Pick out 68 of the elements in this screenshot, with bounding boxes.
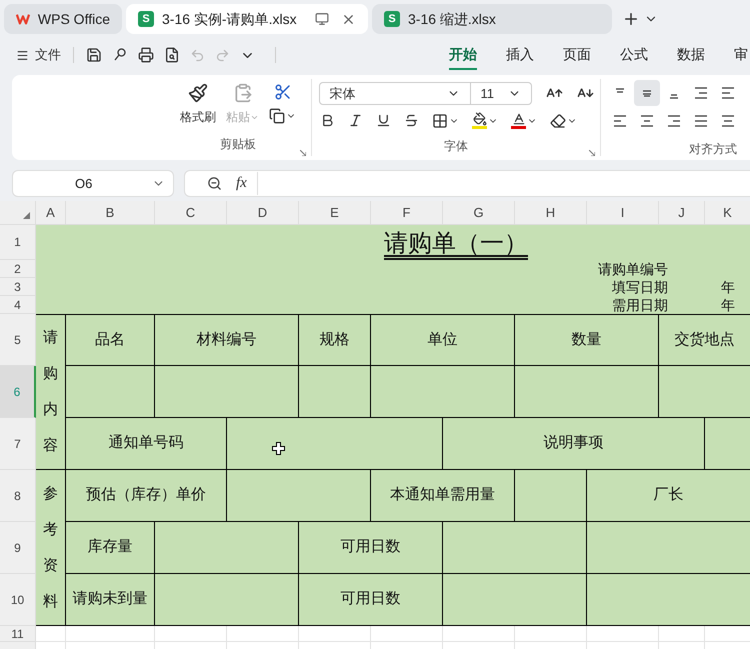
table-cell: 厂长 xyxy=(587,470,750,522)
column-header[interactable]: H xyxy=(515,201,587,225)
table-cell: 品名 xyxy=(66,314,155,366)
form-label: 填写日期 xyxy=(612,279,668,295)
group-label: 字体 xyxy=(444,138,468,155)
tab-label: 3-16 实例-请购单.xlsx xyxy=(162,10,298,28)
table-cell: 规格 xyxy=(299,314,371,366)
name-box[interactable]: O6 xyxy=(12,170,174,197)
ribbon-tab[interactable]: 开始 xyxy=(449,40,477,70)
sheet-title: 请购单（一） xyxy=(384,230,528,259)
row-header[interactable]: 3 xyxy=(0,278,36,296)
row-header[interactable]: 7 xyxy=(0,418,36,470)
function-label[interactable]: fx xyxy=(236,172,258,195)
table-cell: 单位 xyxy=(371,314,515,366)
table-cell: 库存量 xyxy=(66,522,155,574)
ribbon-tab[interactable]: 数据 xyxy=(677,40,705,70)
ribbon-tab[interactable]: 审 xyxy=(734,40,748,70)
row-header[interactable]: 1 xyxy=(0,225,36,260)
column-header[interactable]: C xyxy=(155,201,227,225)
table-cell: 参考资料 xyxy=(36,470,66,626)
format-painter-button[interactable]: 格式刷 xyxy=(180,83,216,126)
document-tab[interactable]: S 3-16 实例-请购单.xlsx xyxy=(126,4,368,34)
row-header[interactable]: 2 xyxy=(0,260,36,278)
column-header[interactable]: I xyxy=(587,201,659,225)
form-label: 年 xyxy=(721,297,735,313)
table-cell: 交货地点 xyxy=(659,314,750,366)
formula-field[interactable]: fx xyxy=(184,170,750,197)
column-header[interactable]: D xyxy=(227,201,299,225)
table-cell: 数量 xyxy=(515,314,659,366)
row-header[interactable]: 11 xyxy=(0,626,36,642)
column-header[interactable]: J xyxy=(659,201,705,225)
table-cell: 请购内容 xyxy=(36,314,66,470)
document-tab[interactable]: S 3-16 缩进.xlsx xyxy=(372,4,612,34)
row-header[interactable]: 9 xyxy=(0,522,36,574)
ribbon-tab[interactable]: 公式 xyxy=(620,40,648,70)
form-label: 需用日期 xyxy=(612,297,668,313)
row-header[interactable]: 8 xyxy=(0,470,36,522)
tab-label: WPS Office xyxy=(38,10,110,28)
column-header[interactable]: B xyxy=(66,201,155,225)
table-cell: 可用日数 xyxy=(299,522,443,574)
table-cell: 可用日数 xyxy=(299,574,443,626)
file-menu[interactable]: 文件 xyxy=(16,45,61,65)
ribbon-tab[interactable]: 页面 xyxy=(563,40,591,70)
form-label: 请购单编号 xyxy=(598,261,668,277)
ribbon-tab[interactable]: 插入 xyxy=(506,40,534,70)
column-header[interactable]: G xyxy=(443,201,515,225)
column-header[interactable]: A xyxy=(36,201,66,225)
table-cell: 说明事项 xyxy=(443,418,705,470)
font-size-select[interactable]: 11 xyxy=(470,82,532,105)
column-header[interactable]: F xyxy=(371,201,443,225)
font-name-select[interactable]: 宋体 xyxy=(318,82,470,105)
column-header[interactable]: K xyxy=(705,201,750,225)
table-cell: 请购未到量 xyxy=(66,574,155,626)
row-header[interactable]: 4 xyxy=(0,296,36,314)
document-tab[interactable]: WPS Office xyxy=(4,4,122,34)
table-cell: 预估（库存）单价 xyxy=(66,470,227,522)
column-header[interactable]: E xyxy=(299,201,371,225)
group-label: 对齐方式 xyxy=(689,141,738,158)
table-cell: 本通知单需用量 xyxy=(371,470,515,522)
spreadsheet-icon: S xyxy=(138,11,154,27)
tab-label: 3-16 缩进.xlsx xyxy=(408,10,497,28)
row-header[interactable]: 5 xyxy=(0,314,36,366)
spreadsheet-icon: S xyxy=(384,11,400,27)
form-label: 年 xyxy=(721,279,735,295)
table-cell: 材料编号 xyxy=(155,314,299,366)
table-cell: 通知单号码 xyxy=(66,418,227,470)
row-header[interactable]: 10 xyxy=(0,574,36,626)
group-label: 剪贴板 xyxy=(220,136,256,153)
